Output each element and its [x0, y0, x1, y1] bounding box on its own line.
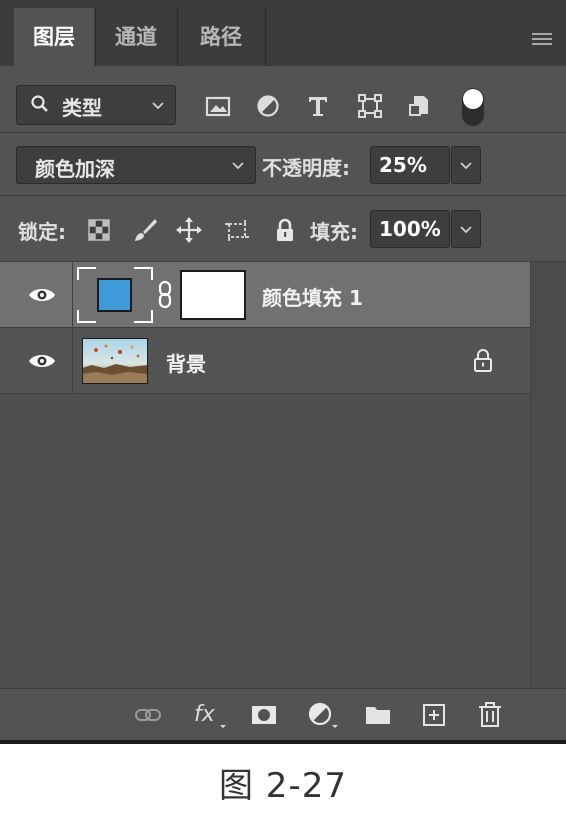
tab-bar: 图层 通道 路径 [0, 0, 566, 66]
chevron-down-icon [152, 102, 164, 110]
opacity-label: 不透明度: [262, 156, 350, 180]
eye-visibility-icon[interactable] [28, 286, 56, 304]
layers-scrollbar[interactable] [530, 262, 566, 688]
layer-thumbnail-photo-image [82, 338, 148, 384]
opacity-input[interactable]: 25% [370, 146, 450, 184]
filter-adjustment-layers-icon[interactable] [254, 93, 282, 119]
new-group-folder-icon[interactable] [364, 701, 392, 729]
lock-position-move-icon[interactable] [176, 217, 202, 243]
link-chain-icon[interactable] [156, 280, 174, 310]
svg-text:fx: fx [194, 702, 216, 727]
lock-transparent-pixels-icon[interactable] [86, 217, 112, 243]
lock-all-icon[interactable] [272, 217, 298, 243]
layer-thumbnail-fill-icon [77, 267, 153, 323]
panel-menu-icon[interactable] [532, 33, 552, 45]
lock-label: 锁定: [18, 220, 66, 244]
filter-type-layers-icon[interactable] [304, 93, 332, 119]
tab-divider [265, 8, 266, 66]
layer-name[interactable]: 背景 [166, 348, 206, 377]
filter-pixel-layers-icon[interactable] [204, 93, 232, 119]
fill-label: 填充: [310, 220, 358, 244]
filter-row: 类型 [0, 66, 566, 133]
layer-name[interactable]: 颜色填充 1 [262, 282, 363, 311]
fx-layer-style-icon[interactable]: fx [190, 701, 230, 729]
tab-layers[interactable]: 图层 [14, 8, 94, 66]
layer-row-color-fill[interactable]: 颜色填充 1 [0, 262, 530, 328]
blend-row: 颜色加深 不透明度: 25% [0, 133, 566, 196]
lock-image-pixels-brush-icon[interactable] [132, 217, 158, 243]
visibility-divider [72, 262, 73, 328]
new-adjustment-layer-icon[interactable] [306, 701, 342, 729]
layers-panel: 图层 通道 路径 类型 颜色加深 不透明度: 25% 锁定: 填充: 100% … [0, 0, 566, 744]
filter-kind-dropdown[interactable]: 类型 [16, 85, 176, 125]
layer-row-background[interactable]: 背景 [0, 328, 530, 394]
filter-kind-label: 类型 [62, 96, 102, 120]
filter-smart-objects-icon[interactable] [406, 93, 434, 119]
tab-paths[interactable]: 路径 [178, 8, 264, 66]
blend-mode-dropdown[interactable]: 颜色加深 [16, 146, 256, 184]
chevron-down-icon [460, 226, 472, 234]
filter-shape-layers-icon[interactable] [356, 93, 384, 119]
chevron-down-icon [232, 162, 244, 170]
new-layer-icon[interactable] [420, 701, 448, 729]
tab-channels[interactable]: 通道 [96, 8, 176, 66]
lock-row: 锁定: 填充: 100% [0, 196, 566, 262]
fill-input[interactable]: 100% [370, 210, 450, 248]
add-layer-mask-icon[interactable] [250, 701, 278, 729]
panel-footer: fx [0, 688, 566, 740]
filter-toggle-switch[interactable] [462, 88, 484, 126]
visibility-divider [72, 328, 73, 394]
link-layers-icon[interactable] [134, 701, 162, 729]
search-icon [31, 95, 48, 112]
chevron-down-icon [460, 162, 472, 170]
fill-dropdown-button[interactable] [451, 210, 481, 248]
figure-caption: 图 2-27 [219, 766, 347, 806]
layer-mask-thumbnail[interactable] [180, 270, 246, 320]
layers-list: 颜色填充 1 背景 [0, 262, 566, 688]
lock-artboard-icon[interactable] [224, 217, 250, 243]
delete-layer-trash-icon[interactable] [476, 701, 504, 729]
opacity-dropdown-button[interactable] [451, 146, 481, 184]
eye-visibility-icon[interactable] [28, 352, 56, 370]
blend-mode-label: 颜色加深 [35, 157, 115, 181]
layer-locked-icon[interactable] [473, 348, 493, 372]
